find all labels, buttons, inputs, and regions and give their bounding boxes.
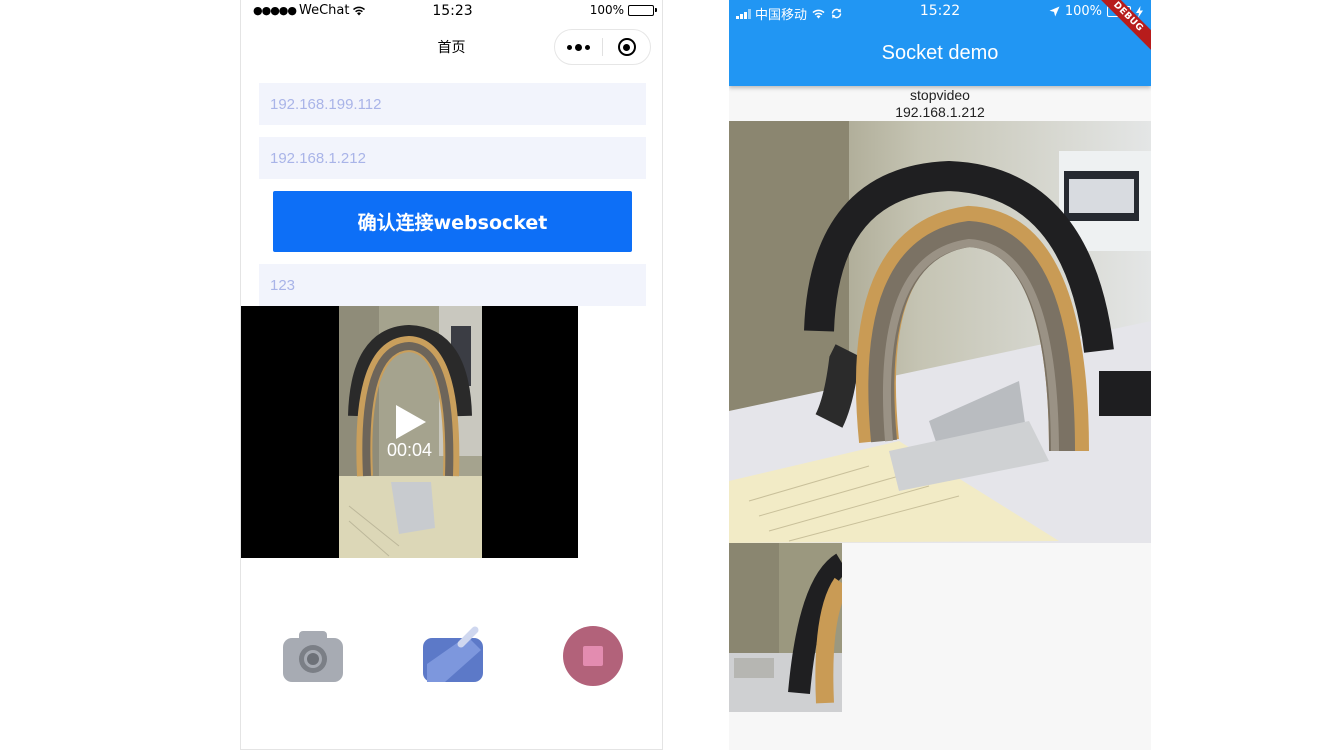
close-miniprogram-icon[interactable]	[603, 38, 650, 56]
video-thumbnail[interactable]	[729, 543, 842, 712]
message-input[interactable]: 123	[259, 264, 646, 306]
edit-icon	[423, 626, 483, 682]
server-ip-input[interactable]: 192.168.199.112	[259, 83, 646, 125]
flutter-app-screen: 中国移动 15:22 100% Socket demo DEBUG stopvi…	[729, 0, 1151, 750]
play-icon[interactable]	[393, 404, 427, 440]
battery-indicator: 100%	[589, 3, 657, 17]
video-player[interactable]: 00:04	[241, 306, 578, 558]
camera-icon	[283, 631, 343, 682]
app-title: Socket demo	[881, 42, 999, 64]
location-arrow-icon	[1049, 6, 1060, 17]
wechat-miniprogram-screen: ●●●●● WeChat 15:23 100% 首页 192.168.199.1…	[240, 0, 663, 750]
more-menu-icon[interactable]	[555, 43, 602, 51]
message-placeholder: 123	[270, 276, 296, 294]
client-ip-placeholder: 192.168.1.212	[270, 149, 366, 167]
connect-websocket-button[interactable]: 确认连接websocket	[273, 191, 632, 252]
client-ip-input[interactable]: 192.168.1.212	[259, 137, 646, 179]
battery-icon	[628, 4, 657, 16]
miniprogram-capsule	[554, 29, 651, 65]
stream-status-label: stopvideo	[910, 87, 970, 103]
battery-percent: 100%	[589, 3, 624, 17]
ip-address-label: 192.168.1.212	[895, 104, 985, 120]
stop-record-icon	[563, 626, 623, 686]
headphone-stand-image	[729, 121, 1151, 543]
video-duration: 00:04	[386, 440, 433, 460]
status-bar: 中国移动 15:22 100%	[729, 0, 1151, 24]
camera-button[interactable]	[281, 624, 345, 688]
received-video-frame	[729, 121, 1151, 543]
app-bar: 中国移动 15:22 100% Socket demo DEBUG	[729, 0, 1151, 86]
server-ip-placeholder: 192.168.199.112	[270, 95, 382, 113]
status-bar: ●●●●● WeChat 15:23 100%	[241, 0, 664, 22]
stop-record-button[interactable]	[561, 624, 625, 688]
headphone-stand-thumbnail	[729, 543, 842, 712]
screenshot-stage: ●●●●● WeChat 15:23 100% 首页 192.168.199.1…	[0, 0, 1334, 750]
battery-percent: 100%	[1064, 4, 1102, 19]
edit-button[interactable]	[421, 624, 485, 688]
